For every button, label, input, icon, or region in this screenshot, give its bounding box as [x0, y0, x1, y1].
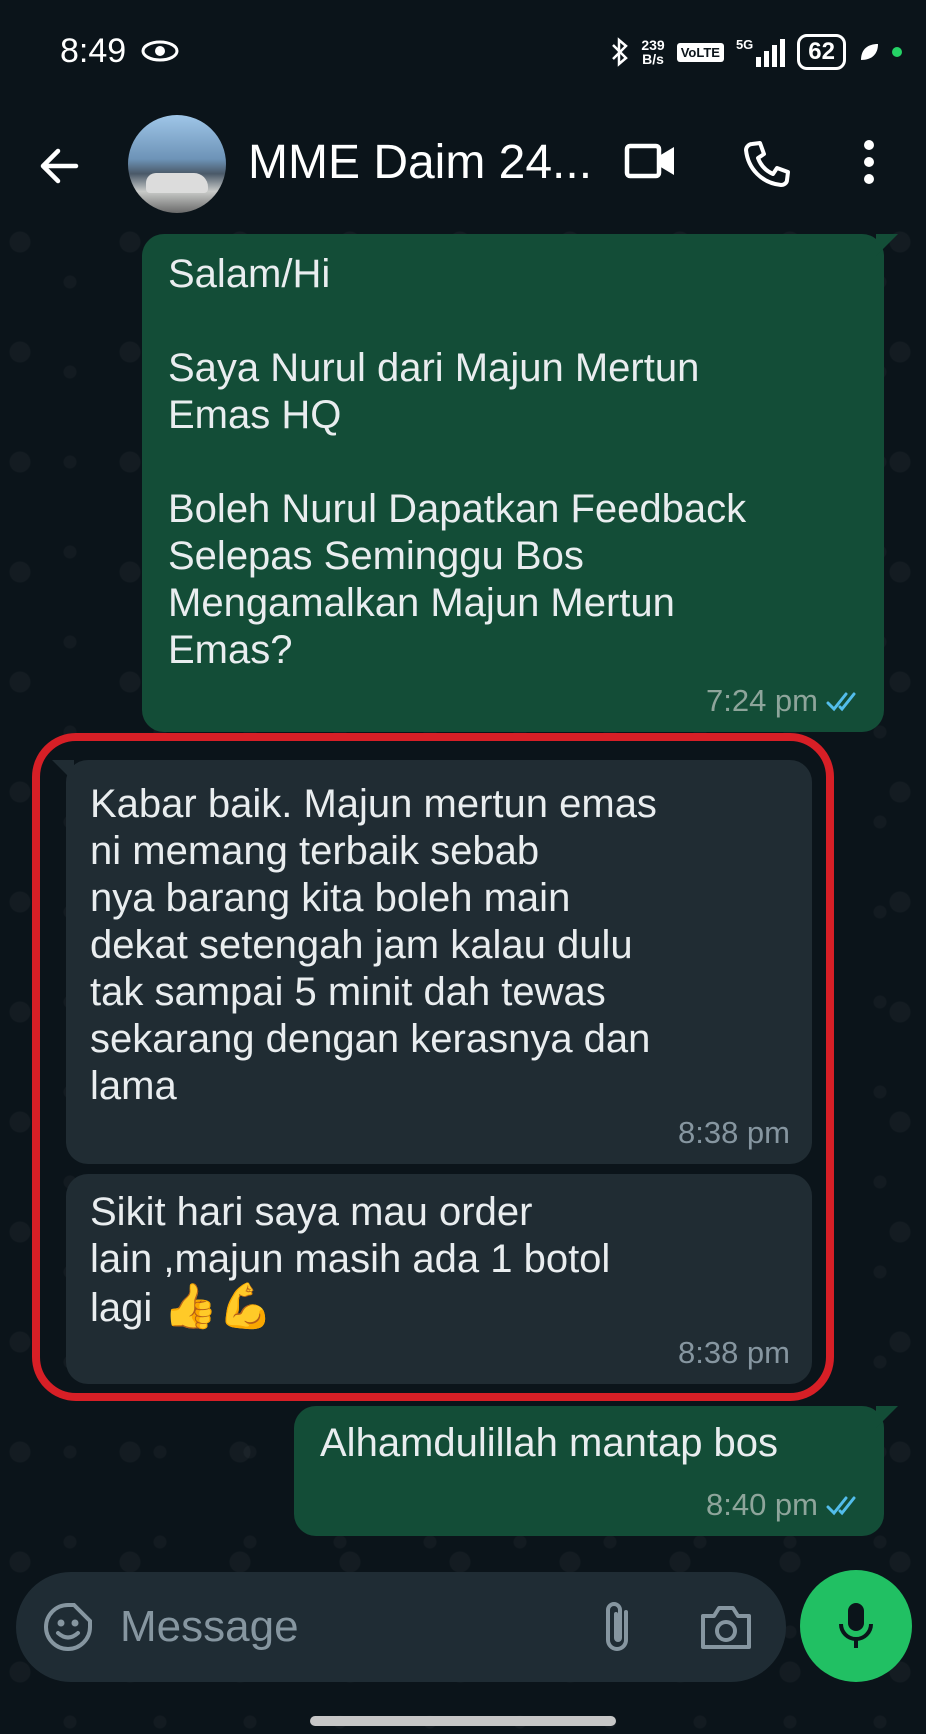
battery-level: 62	[808, 38, 835, 65]
chat-header: MME Daim 24...	[0, 105, 926, 222]
speed-value: 239	[641, 37, 665, 53]
message-input[interactable]: Message	[120, 1602, 299, 1652]
bubble-tail	[876, 234, 898, 256]
video-call-icon[interactable]	[624, 139, 678, 183]
status-time: 8:49	[60, 32, 127, 70]
eye-icon	[141, 40, 179, 62]
contact-avatar[interactable]	[128, 115, 226, 213]
contact-name[interactable]: MME Daim 24...	[248, 135, 592, 190]
paperclip-icon[interactable]	[598, 1598, 638, 1656]
double-check-icon	[826, 1496, 856, 1515]
home-indicator[interactable]	[310, 1716, 616, 1726]
message-meta: 7:24 pm	[706, 677, 862, 724]
more-options-icon[interactable]	[862, 139, 876, 185]
leaf-icon	[861, 44, 878, 60]
sticker-icon[interactable]	[42, 1601, 94, 1653]
camera-icon[interactable]	[698, 1602, 754, 1652]
privacy-indicator-dot	[892, 47, 902, 57]
double-check-icon	[826, 692, 856, 711]
network-type: 5G	[735, 37, 754, 52]
message-time: 8:40 pm	[705, 1487, 818, 1522]
speed-unit: B/s	[642, 51, 664, 67]
status-icons: 239 B/s VoLTE 5G 62	[611, 32, 902, 72]
outgoing-message[interactable]: Alhamdulillah mantap bos 8:40 pm	[294, 1406, 898, 1536]
message-time: 7:24 pm	[705, 683, 818, 718]
signal-icon: 5G	[735, 37, 786, 67]
highlight-box	[32, 733, 834, 1401]
message-meta: 8:40 pm	[706, 1481, 862, 1528]
status-bar: 8:49 239 B/s VoLTE 5G 62	[0, 0, 926, 105]
bluetooth-icon	[612, 37, 629, 67]
message-text: Salam/Hi Saya Nurul dari Majun Mertun Em…	[168, 252, 747, 672]
back-arrow-icon[interactable]	[36, 143, 82, 189]
outgoing-message[interactable]: Salam/Hi Saya Nurul dari Majun Mertun Em…	[142, 234, 898, 732]
microphone-icon	[839, 1603, 873, 1648]
message-text: Alhamdulillah mantap bos	[320, 1421, 779, 1465]
message-composer: Message	[16, 1572, 786, 1682]
voice-call-icon[interactable]	[742, 139, 792, 189]
bubble-tail	[876, 1406, 898, 1428]
battery-icon: 62	[797, 34, 846, 70]
volte-badge: VoLTE	[676, 42, 724, 62]
network-speed: 239 B/s	[641, 38, 664, 66]
voice-record-button[interactable]	[800, 1570, 912, 1682]
